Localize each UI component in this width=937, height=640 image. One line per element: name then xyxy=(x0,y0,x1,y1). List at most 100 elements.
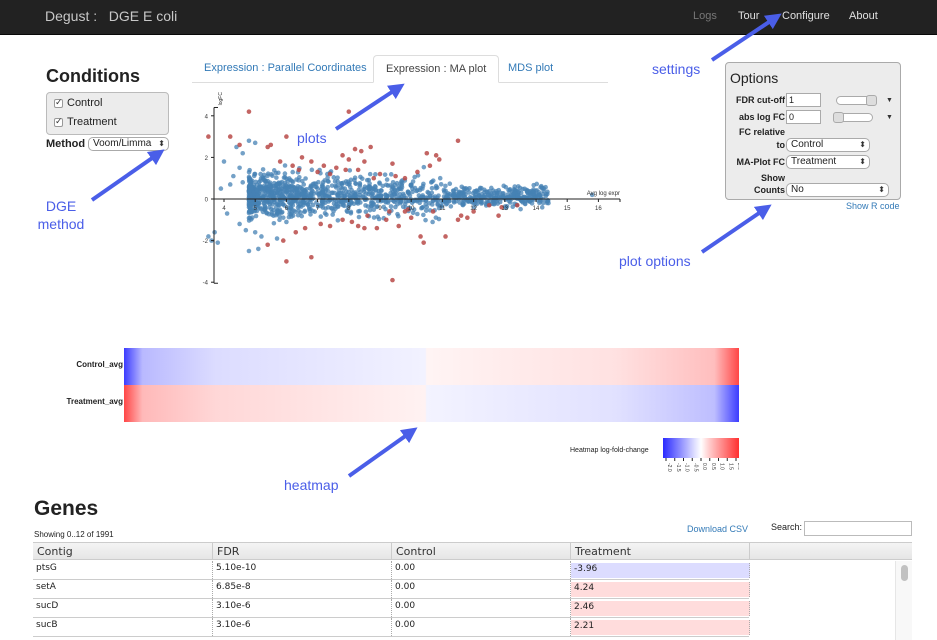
ma-point-non-significant[interactable] xyxy=(473,194,479,200)
ma-point-non-significant[interactable] xyxy=(467,185,472,191)
ma-point-significant[interactable] xyxy=(340,217,345,223)
ma-point-non-significant[interactable] xyxy=(253,213,259,219)
ma-point-non-significant[interactable] xyxy=(531,182,537,188)
ma-point-non-significant[interactable] xyxy=(507,188,513,193)
ma-point-non-significant[interactable] xyxy=(269,172,274,177)
ma-point-significant[interactable] xyxy=(387,209,392,214)
nav-link-logs[interactable]: Logs xyxy=(693,10,717,22)
ma-point-non-significant[interactable] xyxy=(518,206,523,212)
ma-point-non-significant[interactable] xyxy=(392,199,397,205)
ma-point-significant[interactable] xyxy=(377,171,383,177)
ma-point-non-significant[interactable] xyxy=(423,217,428,223)
ma-point-non-significant[interactable] xyxy=(458,194,464,199)
ma-point-non-significant[interactable] xyxy=(443,183,448,189)
ma-point-non-significant[interactable] xyxy=(480,194,486,200)
ma-point-significant[interactable] xyxy=(362,159,367,164)
ma-point-non-significant[interactable] xyxy=(472,189,477,194)
ma-point-non-significant[interactable] xyxy=(501,183,507,189)
ma-point-non-significant[interactable] xyxy=(462,189,467,195)
ma-point-non-significant[interactable] xyxy=(243,227,249,233)
ma-point-non-significant[interactable] xyxy=(409,182,414,188)
ma-point-non-significant[interactable] xyxy=(418,185,423,191)
ma-point-non-significant[interactable] xyxy=(378,198,384,204)
fdr-cutoff-input[interactable]: 1 xyxy=(786,93,821,107)
ma-point-non-significant[interactable] xyxy=(415,211,420,217)
ma-point-non-significant[interactable] xyxy=(260,175,265,180)
table-row[interactable]: sucB 3.10e-6 0.00 2.21 xyxy=(33,618,750,637)
ma-point-non-significant[interactable] xyxy=(436,193,441,198)
tab-mds-plot[interactable]: MDS plot xyxy=(496,55,565,83)
ma-point-non-significant[interactable] xyxy=(433,185,439,191)
table-scrollbar[interactable] xyxy=(895,561,912,640)
ma-point-non-significant[interactable] xyxy=(269,206,274,212)
show-counts-select[interactable]: No ⬍ xyxy=(786,183,889,197)
condition-checkbox-control[interactable]: Control xyxy=(54,97,102,109)
ma-point-non-significant[interactable] xyxy=(365,185,370,190)
ma-point-non-significant[interactable] xyxy=(227,182,233,187)
ma-point-non-significant[interactable] xyxy=(448,204,454,209)
ma-point-non-significant[interactable] xyxy=(403,195,409,201)
ma-point-significant[interactable] xyxy=(368,144,373,150)
ma-point-non-significant[interactable] xyxy=(276,170,281,176)
ma-point-non-significant[interactable] xyxy=(304,200,309,206)
fdr-cutoff-slider[interactable] xyxy=(836,95,877,106)
ma-point-significant[interactable] xyxy=(277,159,283,164)
ma-point-non-significant[interactable] xyxy=(398,186,404,192)
abs-logfc-input[interactable]: 0 xyxy=(786,110,821,124)
ma-point-non-significant[interactable] xyxy=(255,193,261,198)
ma-point-non-significant[interactable] xyxy=(537,200,542,206)
ma-point-non-significant[interactable] xyxy=(240,180,246,185)
ma-point-non-significant[interactable] xyxy=(359,176,365,181)
ma-point-non-significant[interactable] xyxy=(333,185,339,190)
ma-point-non-significant[interactable] xyxy=(485,189,490,195)
ma-point-significant[interactable] xyxy=(315,169,320,175)
ma-point-non-significant[interactable] xyxy=(302,208,308,214)
ma-point-non-significant[interactable] xyxy=(284,219,289,225)
ma-point-non-significant[interactable] xyxy=(275,181,280,187)
ma-point-non-significant[interactable] xyxy=(421,164,427,170)
ma-point-non-significant[interactable] xyxy=(497,190,503,195)
ma-point-significant[interactable] xyxy=(280,238,286,243)
ma-point-non-significant[interactable] xyxy=(298,204,304,209)
ma-point-non-significant[interactable] xyxy=(356,214,362,220)
ma-point-non-significant[interactable] xyxy=(246,248,252,254)
ma-point-non-significant[interactable] xyxy=(318,214,324,219)
ma-point-non-significant[interactable] xyxy=(419,205,424,211)
tab-parallel-coordinates[interactable]: Expression : Parallel Coordinates xyxy=(192,55,379,83)
download-csv-link[interactable]: Download CSV xyxy=(687,524,748,534)
ma-point-non-significant[interactable] xyxy=(444,192,450,198)
ma-point-non-significant[interactable] xyxy=(332,179,338,184)
ma-point-non-significant[interactable] xyxy=(384,177,390,182)
ma-point-non-significant[interactable] xyxy=(316,179,321,185)
ma-point-non-significant[interactable] xyxy=(362,197,368,203)
ma-point-significant[interactable] xyxy=(443,234,448,239)
ma-point-significant[interactable] xyxy=(402,175,408,181)
slider-knob[interactable] xyxy=(866,95,877,106)
ma-point-non-significant[interactable] xyxy=(539,205,545,210)
ma-point-non-significant[interactable] xyxy=(275,210,280,216)
ma-point-non-significant[interactable] xyxy=(540,191,546,197)
ma-point-non-significant[interactable] xyxy=(262,203,268,209)
ma-point-significant[interactable] xyxy=(268,142,274,148)
ma-point-non-significant[interactable] xyxy=(530,189,536,194)
ma-point-significant[interactable] xyxy=(237,142,242,148)
ma-point-non-significant[interactable] xyxy=(282,171,288,176)
ma-point-non-significant[interactable] xyxy=(279,192,284,198)
ma-point-non-significant[interactable] xyxy=(447,181,453,186)
ma-point-significant[interactable] xyxy=(346,109,352,114)
ma-point-significant[interactable] xyxy=(486,202,492,208)
abslogfc-dropdown-caret-icon[interactable]: ▼ xyxy=(886,114,893,121)
ma-point-significant[interactable] xyxy=(433,153,439,158)
ma-point-significant[interactable] xyxy=(427,163,433,169)
ma-point-non-significant[interactable] xyxy=(383,182,389,188)
ma-point-non-significant[interactable] xyxy=(289,185,294,191)
ma-point-non-significant[interactable] xyxy=(259,234,264,239)
ma-point-non-significant[interactable] xyxy=(285,179,291,184)
ma-point-significant[interactable] xyxy=(390,161,395,166)
ma-point-non-significant[interactable] xyxy=(331,208,336,214)
ma-point-non-significant[interactable] xyxy=(256,246,261,252)
ma-point-non-significant[interactable] xyxy=(294,177,299,182)
ma-point-non-significant[interactable] xyxy=(292,198,298,204)
ma-point-non-significant[interactable] xyxy=(370,200,375,206)
ma-point-non-significant[interactable] xyxy=(427,200,432,206)
